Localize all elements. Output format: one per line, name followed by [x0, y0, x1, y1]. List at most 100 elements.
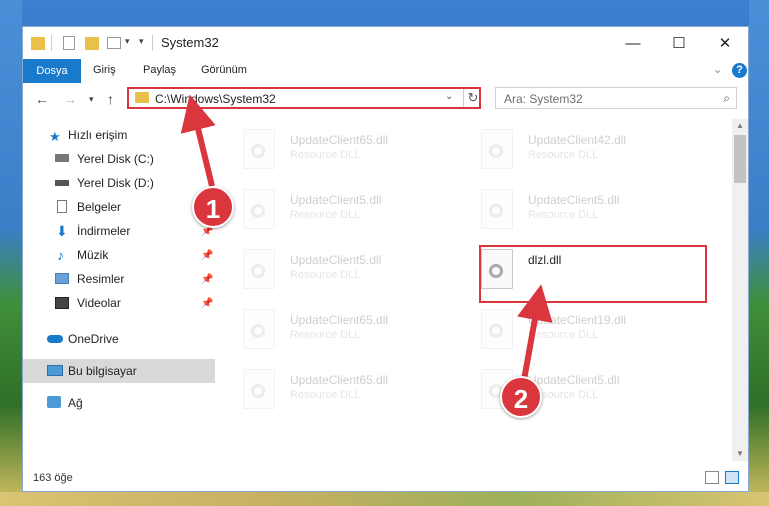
list-item[interactable]: UpdateClient5.dll Resource DLL: [223, 243, 453, 299]
tab-home[interactable]: Giriş: [93, 64, 116, 76]
file-description: Resource DLL: [290, 209, 361, 221]
sidebar-item-label: Resimler: [77, 272, 125, 286]
list-item[interactable]: UpdateClient19.dll Resource DLL: [461, 303, 691, 359]
pictures-icon: [55, 273, 69, 284]
dll-file-icon: [481, 129, 513, 169]
dll-file-icon: [243, 309, 275, 349]
sidebar-item-documents[interactable]: Belgeler: [23, 195, 215, 219]
search-input[interactable]: Ara: System32 ⌕: [495, 87, 737, 109]
sidebar-item-label: Ağ: [68, 396, 83, 410]
desktop-background-bottom: [0, 492, 769, 506]
network-icon: [47, 396, 61, 408]
refresh-icon[interactable]: ↻: [463, 89, 482, 107]
ribbon-expand-icon[interactable]: ⌄: [713, 63, 722, 76]
item-count: 163 öğe: [33, 472, 73, 484]
properties-icon[interactable]: [63, 36, 75, 50]
sidebar-item-label: Yerel Disk (C:): [77, 152, 154, 166]
dll-file-icon: [243, 129, 275, 169]
chevron-down-icon[interactable]: ▾: [125, 36, 130, 52]
close-button[interactable]: ✕: [702, 27, 748, 59]
scroll-down-icon[interactable]: ▼: [732, 447, 748, 461]
file-description: Resource DLL: [290, 329, 361, 341]
dll-file-icon: [243, 369, 275, 409]
documents-icon: [57, 200, 67, 213]
file-name: UpdateClient65.dll: [290, 373, 389, 387]
sidebar-item-label: Hızlı erişim: [68, 128, 128, 142]
sidebar-item-onedrive[interactable]: OneDrive: [23, 327, 215, 351]
sidebar-item-local-disk-c[interactable]: Yerel Disk (C:): [23, 147, 215, 171]
scroll-up-icon[interactable]: ▲: [732, 119, 748, 133]
file-description: Resource DLL: [290, 389, 361, 401]
file-name: UpdateClient65.dll: [290, 313, 389, 327]
pin-icon[interactable]: 📌: [201, 298, 213, 309]
file-description: Resource DLL: [528, 149, 599, 161]
recent-locations-icon[interactable]: ▾: [89, 94, 94, 105]
list-item[interactable]: UpdateClient65.dll Resource DLL: [223, 363, 453, 419]
separator: [51, 35, 52, 51]
navigation-bar: ← → ▾ ↑ C:\Windows\System32 ⌄ ↻ Ara: Sys…: [23, 83, 748, 115]
sidebar-item-downloads[interactable]: ⬇ İndirmeler 📌: [23, 219, 215, 243]
dll-file-icon: [481, 309, 513, 349]
sidebar-item-music[interactable]: ♪ Müzik 📌: [23, 243, 215, 267]
sidebar-item-this-pc[interactable]: Bu bilgisayar: [23, 359, 215, 383]
video-icon: [55, 297, 69, 309]
up-icon[interactable]: ↑: [107, 91, 114, 107]
file-name: UpdateClient42.dll: [528, 133, 627, 147]
dll-file-icon: [481, 189, 513, 229]
drive-icon: [55, 180, 69, 186]
target-file-highlight: [479, 245, 707, 303]
quick-access-menu-icon[interactable]: ▾: [139, 36, 144, 52]
details-view-icon[interactable]: [705, 471, 719, 484]
file-description: Resource DLL: [290, 149, 361, 161]
download-icon: ⬇: [56, 223, 68, 239]
chevron-down-icon[interactable]: ⌄: [445, 91, 453, 102]
new-folder-icon[interactable]: [85, 37, 99, 50]
tab-file[interactable]: Dosya: [23, 59, 81, 83]
back-icon[interactable]: ←: [35, 91, 49, 107]
pin-icon[interactable]: 📌: [201, 274, 213, 285]
maximize-button[interactable]: ☐: [656, 27, 702, 59]
list-item[interactable]: UpdateClient5.dll Resource DLL: [461, 363, 691, 419]
large-icons-view-icon[interactable]: [725, 471, 739, 484]
scrollbar-thumb[interactable]: [734, 135, 746, 183]
file-description: Resource DLL: [528, 329, 599, 341]
desktop-background-right: [749, 0, 769, 506]
window-title: System32: [161, 35, 219, 50]
cloud-icon: [47, 335, 63, 343]
file-name: UpdateClient65.dll: [290, 133, 389, 147]
address-text: C:\Windows\System32: [155, 92, 276, 106]
callout-badge-2: 2: [500, 376, 542, 418]
minimize-button[interactable]: —: [610, 27, 656, 59]
list-item[interactable]: UpdateClient5.dll Resource DLL: [461, 183, 691, 239]
dll-file-icon: [243, 189, 275, 229]
vertical-scrollbar[interactable]: ▲ ▼: [732, 119, 748, 461]
folder-icon: [31, 37, 45, 50]
title-bar: ▾ ▾ System32 — ☐ ✕: [23, 27, 748, 59]
sidebar-item-label: İndirmeler: [77, 224, 131, 238]
sidebar-item-label: Müzik: [77, 248, 109, 262]
help-button[interactable]: ?: [732, 63, 747, 78]
separator: [152, 35, 153, 51]
file-name: UpdateClient19.dll: [528, 313, 627, 327]
address-bar[interactable]: C:\Windows\System32 ⌄ ↻: [127, 87, 481, 109]
sidebar-item-network[interactable]: Ağ: [23, 391, 215, 415]
sidebar-item-local-disk-d[interactable]: Yerel Disk (D:): [23, 171, 215, 195]
forward-icon[interactable]: →: [63, 91, 77, 107]
tab-view[interactable]: Görünüm: [201, 64, 247, 76]
sidebar-item-pictures[interactable]: Resimler 📌: [23, 267, 215, 291]
music-icon: ♪: [57, 247, 64, 263]
sidebar-item-label: OneDrive: [68, 332, 119, 346]
file-name: UpdateClient5.dll: [528, 193, 620, 207]
search-icon: ⌕: [723, 91, 730, 105]
list-item[interactable]: UpdateClient5.dll Resource DLL: [223, 183, 453, 239]
list-item[interactable]: UpdateClient65.dll Resource DLL: [223, 123, 453, 179]
list-item[interactable]: UpdateClient42.dll Resource DLL: [461, 123, 691, 179]
tab-share[interactable]: Paylaş: [143, 64, 176, 76]
sidebar-item-quick-access[interactable]: ★ Hızlı erişim: [23, 123, 215, 147]
list-item[interactable]: UpdateClient65.dll Resource DLL: [223, 303, 453, 359]
pin-icon[interactable]: 📌: [201, 250, 213, 261]
sidebar-item-videos[interactable]: Videolar 📌: [23, 291, 215, 315]
customize-icon[interactable]: [107, 37, 121, 49]
file-name: UpdateClient5.dll: [528, 373, 620, 387]
file-name: UpdateClient5.dll: [290, 253, 382, 267]
